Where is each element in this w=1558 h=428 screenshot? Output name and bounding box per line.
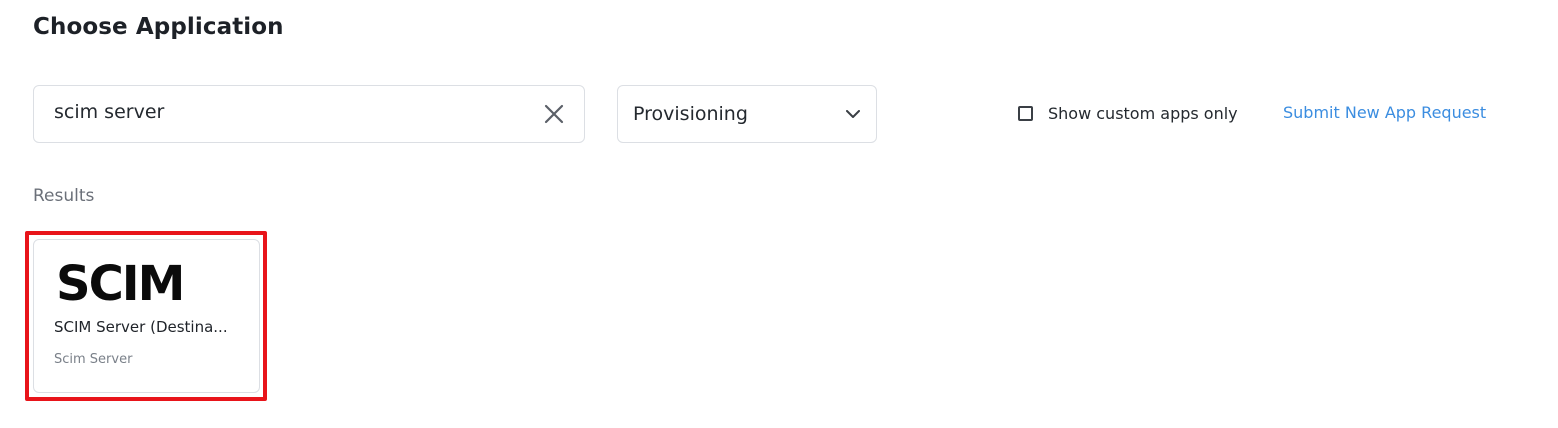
search-box[interactable]	[33, 84, 585, 143]
clear-search-button[interactable]	[542, 102, 566, 126]
close-icon	[544, 104, 564, 124]
custom-apps-label: Show custom apps only	[1048, 104, 1238, 123]
page-title: Choose Application	[33, 14, 284, 40]
results-heading: Results	[33, 186, 95, 206]
category-dropdown[interactable]: Provisioning	[617, 85, 877, 143]
chevron-down-icon	[846, 109, 860, 118]
custom-apps-checkbox[interactable]	[1018, 106, 1033, 121]
choose-application-page: Choose Application Provisioning Show cus…	[0, 0, 1558, 428]
custom-apps-toggle[interactable]: Show custom apps only	[1018, 104, 1238, 123]
selection-highlight	[25, 231, 267, 401]
search-input[interactable]	[34, 84, 542, 140]
category-dropdown-value: Provisioning	[633, 103, 748, 125]
submit-new-app-request-link[interactable]: Submit New App Request	[1283, 103, 1486, 122]
